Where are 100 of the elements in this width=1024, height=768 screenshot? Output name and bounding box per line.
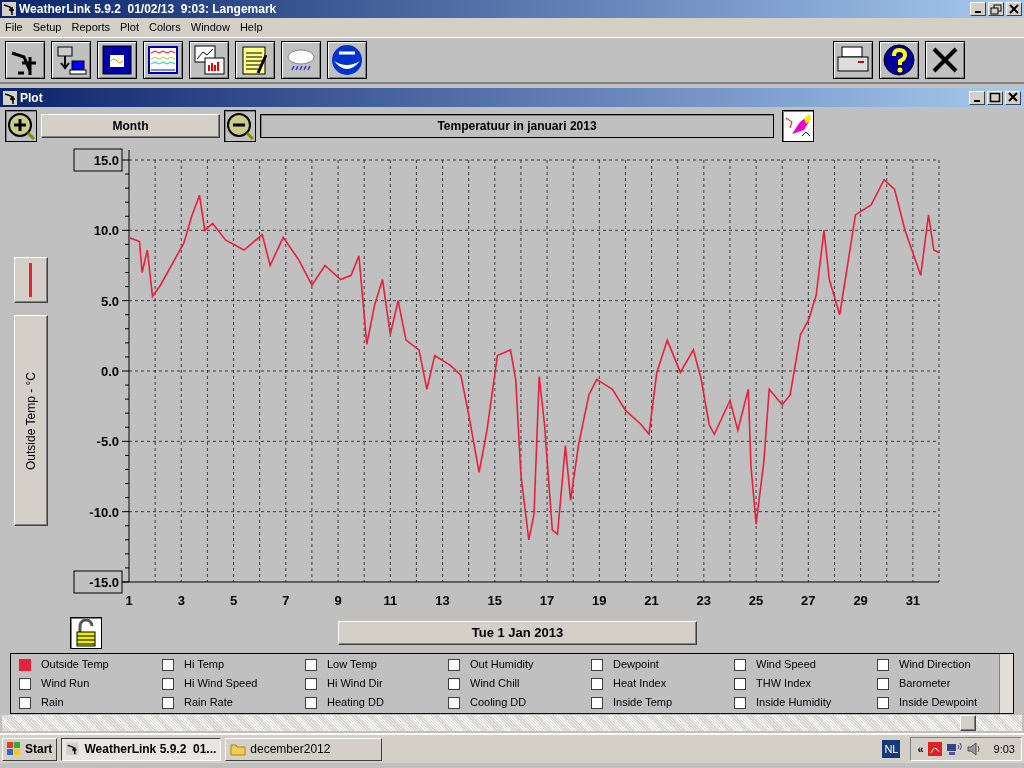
restore-icon [990, 3, 1002, 15]
checkbox[interactable] [734, 677, 746, 690]
checkbox[interactable] [448, 677, 460, 690]
axis-limit-field[interactable] [73, 570, 123, 594]
taskbar-button[interactable]: WeatherLink 5.9.2 01... [61, 737, 222, 761]
zoom-in-button[interactable] [5, 110, 37, 142]
checkbox[interactable] [19, 696, 31, 709]
checkbox[interactable] [448, 696, 460, 709]
line-style-button[interactable] [14, 257, 48, 303]
axis-label: 5 [229, 593, 238, 608]
clock: 9:03 [993, 741, 1015, 757]
axis-label: 23 [696, 593, 712, 608]
toolbar-button[interactable] [143, 41, 183, 79]
checkbox[interactable] [734, 696, 746, 709]
axis-label: 31 [905, 593, 921, 608]
toolbar-button[interactable] [189, 41, 229, 79]
checkbox-label: Inside Dewpoint [899, 695, 978, 711]
menu-item[interactable]: File [0, 19, 28, 36]
period-button[interactable]: Month [41, 114, 220, 138]
axis-label: 19 [592, 593, 607, 608]
menu-item[interactable]: Setup [27, 19, 67, 36]
checkbox[interactable] [448, 658, 460, 671]
zoom-in-icon [7, 112, 35, 140]
checkbox-label: Wind Run [41, 676, 90, 692]
window-title: Plot [20, 89, 43, 107]
checkbox[interactable] [19, 677, 31, 690]
minimize-button[interactable] [969, 90, 985, 105]
close-icon [1007, 92, 1019, 103]
taskbar-button[interactable]: december2012 [225, 737, 383, 761]
checkbox[interactable] [591, 658, 603, 671]
checkbox[interactable] [877, 677, 889, 690]
checkbox[interactable] [162, 658, 174, 671]
checkbox[interactable] [877, 658, 889, 671]
maximize-button[interactable] [987, 90, 1003, 105]
checkbox[interactable] [734, 658, 746, 671]
axis-label: 27 [801, 593, 816, 608]
close-icon [1008, 3, 1020, 15]
date-button[interactable]: Tue 1 Jan 2013 [338, 621, 697, 645]
axis-limit-field[interactable] [73, 148, 123, 172]
network-icon[interactable] [945, 742, 962, 756]
toolbar-button[interactable] [925, 41, 965, 79]
checkbox-label: Low Temp [327, 657, 377, 673]
checkbox-label: Wind Direction [899, 657, 971, 673]
pdf-icon[interactable] [927, 742, 942, 756]
menu-item[interactable]: Reports [66, 19, 115, 36]
axis-label: -10.0 [89, 504, 119, 520]
checkbox[interactable] [591, 696, 603, 709]
plot-title-field[interactable]: Temperatuur in januari 2013 [260, 114, 774, 138]
folder-icon [230, 742, 247, 756]
toolbar-button[interactable] [281, 41, 321, 79]
toolbar-button[interactable] [97, 41, 137, 79]
close-button[interactable] [1006, 2, 1022, 16]
toolbar-button[interactable] [833, 41, 873, 79]
checkbox-label: Wind Speed [756, 657, 816, 673]
menu-item[interactable]: Colors [144, 19, 186, 36]
globe-icon [330, 43, 364, 77]
axis-label: 17 [539, 593, 555, 608]
axis-label: 3 [177, 593, 185, 608]
checkbox[interactable] [305, 677, 317, 690]
start-button[interactable]: Start [2, 737, 58, 761]
app-icon [66, 742, 81, 756]
toolbar-button[interactable] [51, 41, 91, 79]
restore-button[interactable] [988, 2, 1004, 16]
padlock-icon [74, 619, 98, 647]
checkbox[interactable] [305, 658, 317, 671]
checkbox[interactable] [877, 696, 889, 709]
axis-label: 0.0 [100, 364, 119, 379]
checkbox[interactable] [305, 696, 317, 709]
checkbox-label: Wind Chill [470, 676, 520, 692]
lock-button[interactable] [70, 617, 102, 649]
speaker-icon[interactable] [965, 742, 982, 756]
axis-label: 5.0 [100, 293, 119, 309]
checkbox[interactable] [162, 677, 174, 690]
eraser-button[interactable] [782, 110, 814, 142]
tray-expand-button[interactable]: « [917, 740, 924, 758]
language-indicator[interactable]: NL [882, 739, 901, 759]
minimize-icon [974, 99, 980, 102]
close-button[interactable] [1005, 90, 1021, 105]
app-icon [2, 2, 16, 16]
menu-item[interactable]: Help [234, 19, 268, 36]
checkbox[interactable] [162, 696, 174, 709]
toolbar-button[interactable] [235, 41, 275, 79]
menu-item[interactable]: Window [185, 19, 235, 36]
axis-label: 11 [383, 593, 398, 608]
checkbox-label: Heating DD [327, 695, 384, 711]
horizontal-scrollbar[interactable] [2, 715, 1022, 731]
checkbox[interactable] [591, 677, 603, 690]
axis-label-button[interactable]: Outside Temp - °C [14, 315, 48, 526]
zoom-out-button[interactable] [224, 110, 256, 142]
menu-item[interactable]: Plot [115, 19, 144, 36]
window-title: WeatherLink 5.9.2 01/02/13 9:03: Langemark [19, 1, 277, 18]
axis-label: 25 [748, 593, 764, 608]
checkbox[interactable] [19, 658, 31, 671]
axis-label: 21 [644, 593, 659, 608]
minimize-button[interactable] [970, 2, 986, 16]
toolbar-button[interactable] [879, 41, 919, 79]
toolbar-button[interactable] [5, 41, 45, 79]
toolbar-button[interactable] [327, 41, 367, 79]
checkbox-label: Inside Humidity [756, 695, 832, 711]
vertical-scrollbar[interactable] [999, 654, 1013, 713]
